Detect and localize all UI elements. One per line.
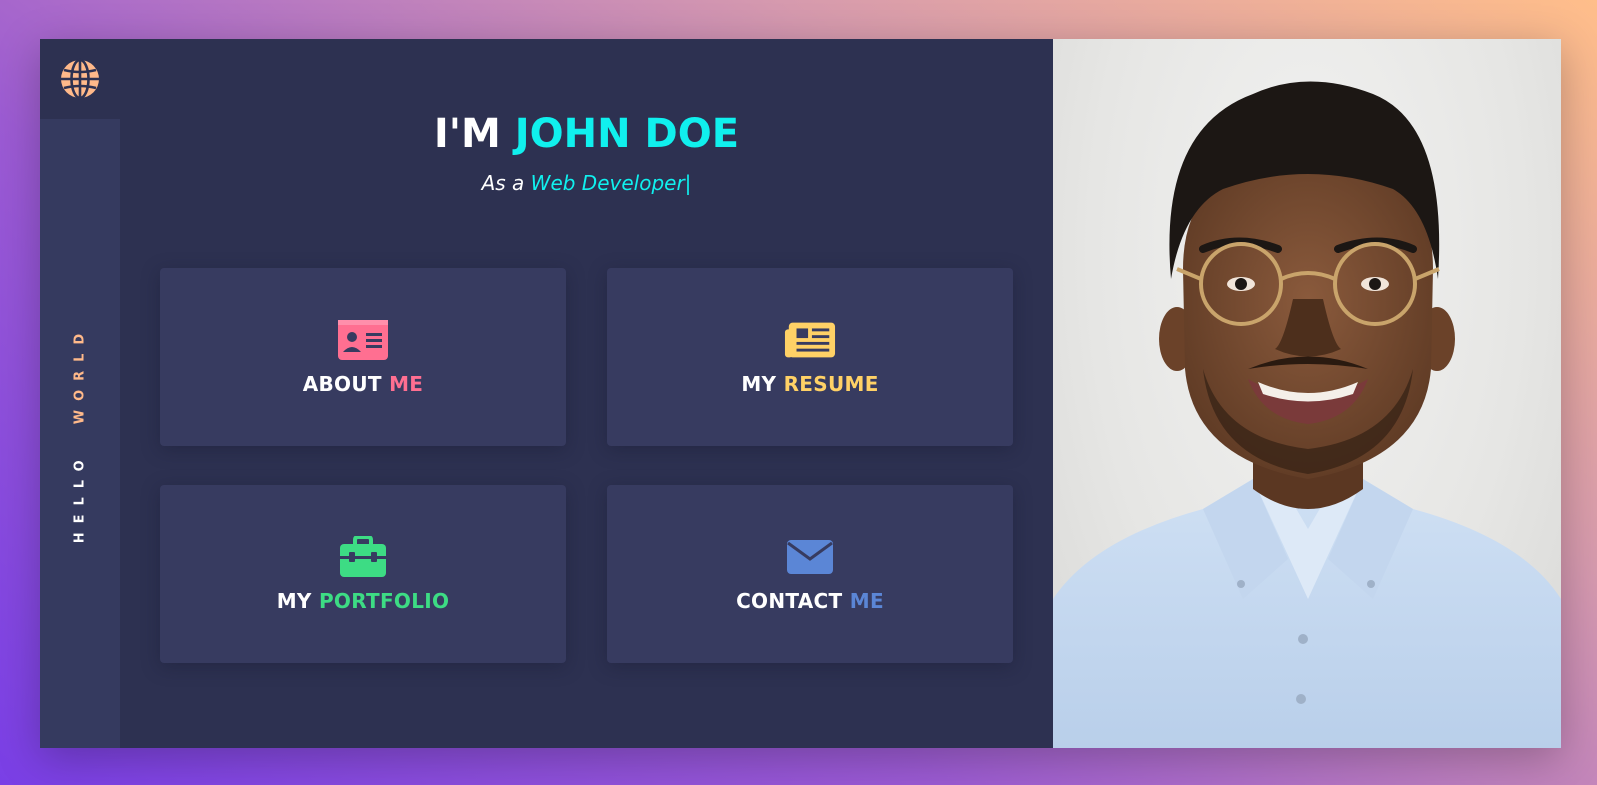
my-portfolio-label: MY PORTFOLIO (277, 589, 450, 613)
sidebar: HELLO WORLD (40, 119, 120, 748)
portrait-illustration (1053, 81, 1561, 748)
my-portfolio-button[interactable]: MY PORTFOLIO (160, 485, 566, 663)
tile-word-contact: CONTACT (736, 589, 843, 613)
about-me-button[interactable]: ABOUT ME (160, 268, 566, 446)
contact-me-button[interactable]: CONTACT ME (607, 485, 1013, 663)
title-prefix: I'M (433, 111, 501, 157)
id-card-icon (337, 318, 389, 362)
subtitle-prefix: As a (481, 171, 525, 195)
briefcase-icon (337, 535, 389, 579)
tile-word-resume: RESUME (783, 372, 879, 396)
tile-word-about: ABOUT (302, 372, 382, 396)
contact-me-label: CONTACT ME (736, 589, 884, 613)
content-panel: HELLO WORLD I'M JOHN DOE As a Web Develo… (40, 39, 1053, 748)
subtitle-role: Web Developer| (530, 171, 692, 195)
envelope-icon (784, 535, 836, 579)
tile-word-my: MY (741, 372, 777, 396)
tile-word-me: ME (389, 372, 424, 396)
my-resume-label: MY RESUME (741, 372, 878, 396)
title-name: JOHN DOE (514, 111, 740, 157)
about-me-label: ABOUT ME (303, 372, 424, 396)
vertical-greeting: HELLO WORLD (73, 324, 88, 542)
page-title: I'M JOHN DOE (120, 111, 1053, 157)
my-resume-button[interactable]: MY RESUME (607, 268, 1013, 446)
newspaper-icon (784, 318, 836, 362)
globe-icon (61, 58, 99, 100)
tile-word-my: MY (276, 589, 312, 613)
logo[interactable] (40, 39, 120, 119)
main-card: HELLO WORLD I'M JOHN DOE As a Web Develo… (40, 39, 1561, 748)
greeting-word-hello: HELLO (72, 450, 88, 543)
greeting-word-world: WORLD (72, 324, 88, 424)
tile-word-portfolio: PORTFOLIO (318, 589, 450, 613)
portrait-photo (1053, 39, 1561, 748)
page-subtitle: As a Web Developer| (120, 171, 1053, 195)
tile-word-me: ME (849, 589, 884, 613)
